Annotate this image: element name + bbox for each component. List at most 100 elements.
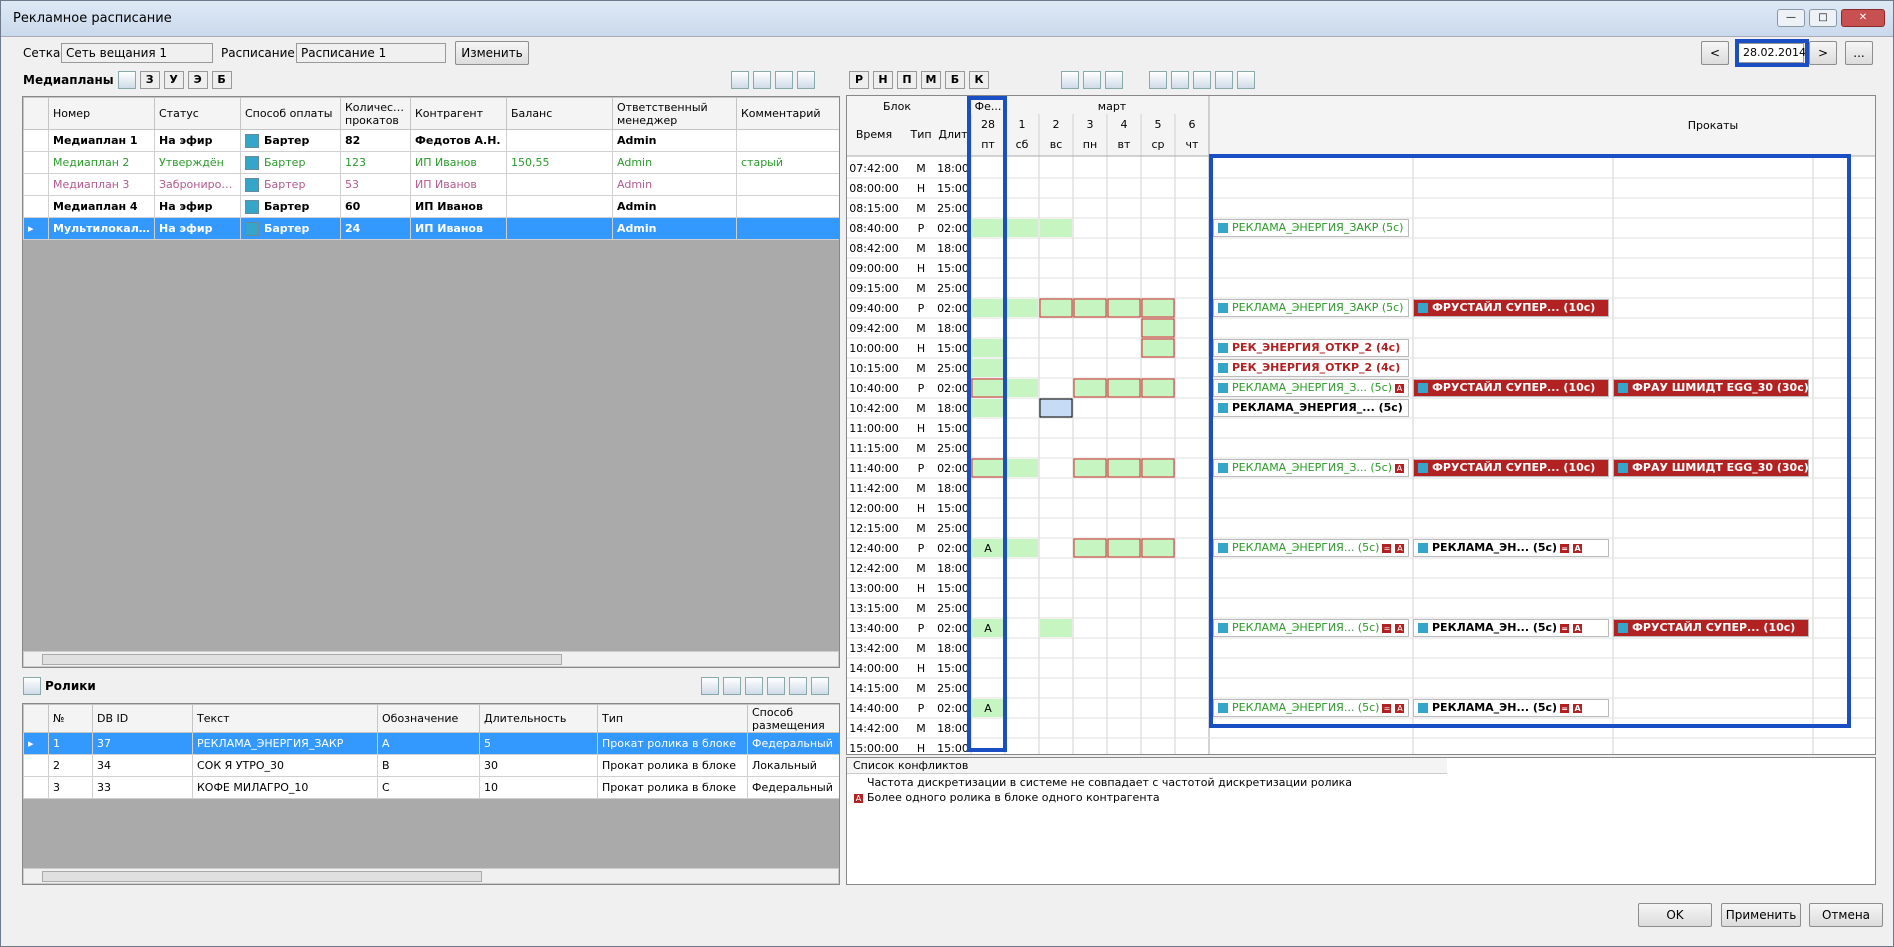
copy-block-icon[interactable] <box>1149 71 1167 89</box>
window-title: Рекламное расписание <box>13 11 172 26</box>
cell-type: Прокат ролика в блоке <box>597 754 748 777</box>
ok-button[interactable]: OK <box>1638 903 1712 927</box>
minimize-icon[interactable]: — <box>1777 9 1805 27</box>
col-type[interactable]: Тип <box>597 704 748 733</box>
view-button-3[interactable]: М <box>921 71 941 89</box>
mediaplan-row[interactable]: ▸ Мультилокаль... На эфир Бартер 24 ИП Иванов… <box>23 217 839 240</box>
row-time: 14:15:00 <box>849 682 898 695</box>
align-icon[interactable] <box>753 71 771 89</box>
print-preview-icon[interactable] <box>1105 71 1123 89</box>
clip-add-icon[interactable] <box>701 677 719 695</box>
view-button-4[interactable]: Б <box>945 71 965 89</box>
cell-pay: Бартер <box>240 151 341 174</box>
col-payment[interactable]: Способ оплаты <box>240 97 341 130</box>
list-view-icon[interactable] <box>1061 71 1079 89</box>
filter-u-button[interactable]: У <box>163 71 184 89</box>
date-highlight <box>1735 39 1809 67</box>
clip-move-icon[interactable] <box>745 677 763 695</box>
conflict-item[interactable]: Частота дискретизации в системе не совпа… <box>847 774 1875 791</box>
mediaplan-row[interactable]: Медиаплан 1 На эфир Бартер 82 Федотов А.Н. Ad… <box>23 129 839 152</box>
cell-manager: Admin <box>612 129 737 152</box>
row-duration: 18:00 <box>937 322 969 335</box>
row-selector[interactable] <box>23 151 49 174</box>
day-cell-filled <box>1073 458 1107 478</box>
view-button-0[interactable]: Р <box>849 71 869 89</box>
col-duration[interactable]: Длительность <box>479 704 598 733</box>
col-dbid[interactable]: DB ID <box>92 704 193 733</box>
row-selector[interactable] <box>23 754 49 777</box>
mediaplan-row[interactable]: Медиаплан 4 На эфир Бартер 60 ИП Иванов Admin <box>23 195 839 218</box>
col-comment[interactable]: Комментарий <box>736 97 839 130</box>
cancel-button[interactable]: Отмена <box>1809 903 1883 927</box>
apply-button[interactable]: Применить <box>1721 903 1801 927</box>
row-selector[interactable]: ▸ <box>23 732 49 755</box>
columns-icon[interactable] <box>731 71 749 89</box>
cell-num: Медиаплан 4 <box>48 195 155 218</box>
grid-field[interactable]: Сеть вещания 1 <box>61 43 213 63</box>
clip-row[interactable]: 3 33 КОФЕ МИЛАГРО_10 C 10 Прокат ролика в бло… <box>23 776 839 799</box>
prev-date-button[interactable]: < <box>1701 41 1729 65</box>
clip-row[interactable]: 2 34 СОК Я УТРО_30 B 30 Прокат ролика в блоке… <box>23 754 839 777</box>
row-selector[interactable]: ▸ <box>23 217 49 240</box>
view-button-5[interactable]: К <box>969 71 989 89</box>
save-icon[interactable] <box>1193 71 1211 89</box>
filter-e-button[interactable]: Э <box>187 71 208 89</box>
col-agent[interactable]: Контрагент <box>410 97 507 130</box>
col-n[interactable]: № <box>48 704 93 733</box>
mediaplan-row[interactable]: Медиаплан 3 Забронирован Бартер 53 ИП Иванов… <box>23 173 839 196</box>
col-status[interactable]: Статус <box>154 97 241 130</box>
col-balance[interactable]: Баланс <box>506 97 613 130</box>
cell-balance: 150,55 <box>506 151 613 174</box>
next-date-button[interactable]: > <box>1809 41 1837 65</box>
col-count[interactable]: Количество прокатов <box>340 97 411 130</box>
clip-export-icon[interactable] <box>811 677 829 695</box>
book-icon[interactable] <box>1237 71 1255 89</box>
row-time: 11:42:00 <box>849 482 898 495</box>
clip-list-icon[interactable] <box>723 677 741 695</box>
day-cell-filled <box>1107 378 1141 398</box>
row-selector[interactable] <box>23 173 49 196</box>
clip-delete-icon[interactable] <box>767 677 785 695</box>
row-selector[interactable] <box>23 776 49 799</box>
mediaplans-hscroll[interactable] <box>23 651 839 667</box>
filter-b-button[interactable]: Б <box>211 71 232 89</box>
cell-mark: B <box>377 754 480 777</box>
day-cell-filled <box>1006 539 1038 557</box>
filter-z-button[interactable]: З <box>139 71 160 89</box>
clips-hscroll[interactable] <box>23 868 839 884</box>
row-selector[interactable] <box>23 129 49 152</box>
col-text[interactable]: Текст <box>192 704 378 733</box>
row-duration: 25:00 <box>937 602 969 615</box>
conflict-item[interactable]: A Более одного ролика в блоке одного конт… <box>847 791 1875 804</box>
col-mark[interactable]: Обозначение <box>377 704 480 733</box>
move-block-icon[interactable] <box>1215 71 1233 89</box>
export-icon[interactable] <box>797 71 815 89</box>
mediaplan-row[interactable]: Медиаплан 2 Утверждён Бартер 123 ИП Иванов 15… <box>23 151 839 174</box>
more-button[interactable]: ... <box>1845 41 1873 65</box>
grid-label: Сетка: <box>23 46 65 60</box>
row-selector[interactable] <box>23 195 49 218</box>
view-button-2[interactable]: П <box>897 71 917 89</box>
maximize-icon[interactable]: □ <box>1809 9 1837 27</box>
col-placement[interactable]: Способ размещения <box>747 704 839 733</box>
day-cell-filled <box>1141 338 1175 358</box>
col-manager[interactable]: Ответственный менеджер <box>612 97 737 130</box>
row-duration: 25:00 <box>937 362 969 375</box>
row-duration: 18:00 <box>937 482 969 495</box>
indent-icon[interactable] <box>775 71 793 89</box>
view-button-1[interactable]: Н <box>873 71 893 89</box>
cell-comment: старый <box>736 151 839 174</box>
grid-icon[interactable] <box>117 71 136 89</box>
delete-block-icon[interactable] <box>1171 71 1189 89</box>
row-type: Н <box>917 342 925 355</box>
clip-row[interactable]: ▸ 1 37 РЕКЛАМА_ЭНЕРГИЯ_ЗАКР A 5 Прокат ролика … <box>23 732 839 755</box>
schedule-field[interactable]: Расписание 1 <box>296 43 446 63</box>
col-number[interactable]: Номер <box>48 97 155 130</box>
cell-manager: Admin <box>612 173 737 196</box>
print-icon[interactable] <box>1083 71 1101 89</box>
close-icon[interactable]: ✕ <box>1841 9 1885 27</box>
payment-swatch-icon <box>245 199 259 214</box>
change-button[interactable]: Изменить <box>455 41 529 65</box>
clip-copy-icon[interactable] <box>789 677 807 695</box>
row-time: 10:15:00 <box>849 362 898 375</box>
